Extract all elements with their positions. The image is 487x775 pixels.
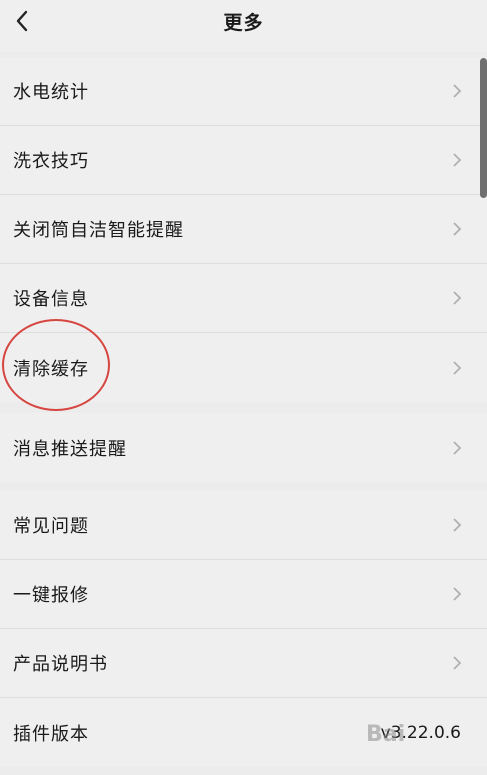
chevron-right-icon (453, 440, 462, 455)
settings-group-3: 常见问题 一键报修 产品说明书 插件版本 v3.22.0.6 (0, 491, 487, 767)
version-value: v3.22.0.6 (380, 722, 461, 743)
menu-item-utility-stats[interactable]: 水电统计 (0, 57, 487, 126)
menu-item-device-info[interactable]: 设备信息 (0, 264, 487, 333)
top-bar: 更多 (0, 0, 487, 52)
chevron-right-icon (453, 656, 462, 670)
menu-item-label: 洗衣技巧 (13, 151, 89, 172)
menu-item-label: 产品说明书 (13, 654, 108, 675)
menu-item-repair-request[interactable]: 一键报修 (0, 560, 487, 629)
page-title: 更多 (223, 12, 264, 34)
chevron-right-icon (453, 291, 462, 305)
chevron-right-icon (453, 587, 462, 601)
chevron-right-icon (453, 360, 462, 375)
chevron-right-icon (453, 153, 462, 167)
chevron-right-icon (453, 518, 462, 532)
chevron-right-icon (453, 84, 462, 98)
scrollbar-thumb[interactable] (480, 58, 487, 198)
menu-item-label: 清除缓存 (13, 358, 89, 380)
menu-item-push-notifications[interactable]: 消息推送提醒 (0, 413, 487, 482)
menu-item-label: 设备信息 (13, 289, 89, 310)
settings-group-1: 水电统计 洗衣技巧 关闭筒自洁智能提醒 设备信息 清除缓存 (0, 57, 487, 402)
menu-item-label: 常见问题 (13, 516, 89, 537)
settings-group-2: 消息推送提醒 (0, 413, 487, 482)
menu-item-label: 水电统计 (13, 82, 89, 103)
chevron-right-icon (453, 222, 462, 236)
menu-item-label: 一键报修 (13, 585, 89, 606)
menu-item-drum-clean-reminder[interactable]: 关闭筒自洁智能提醒 (0, 195, 487, 264)
menu-item-clear-cache[interactable]: 清除缓存 (0, 333, 487, 402)
menu-item-plugin-version: 插件版本 v3.22.0.6 (0, 698, 487, 767)
menu-item-label: 插件版本 (13, 723, 89, 745)
menu-item-product-manual[interactable]: 产品说明书 (0, 629, 487, 698)
menu-item-label: 关闭筒自洁智能提醒 (13, 220, 184, 241)
menu-item-faq[interactable]: 常见问题 (0, 491, 487, 560)
menu-item-washing-tips[interactable]: 洗衣技巧 (0, 126, 487, 195)
menu-item-label: 消息推送提醒 (13, 438, 127, 460)
